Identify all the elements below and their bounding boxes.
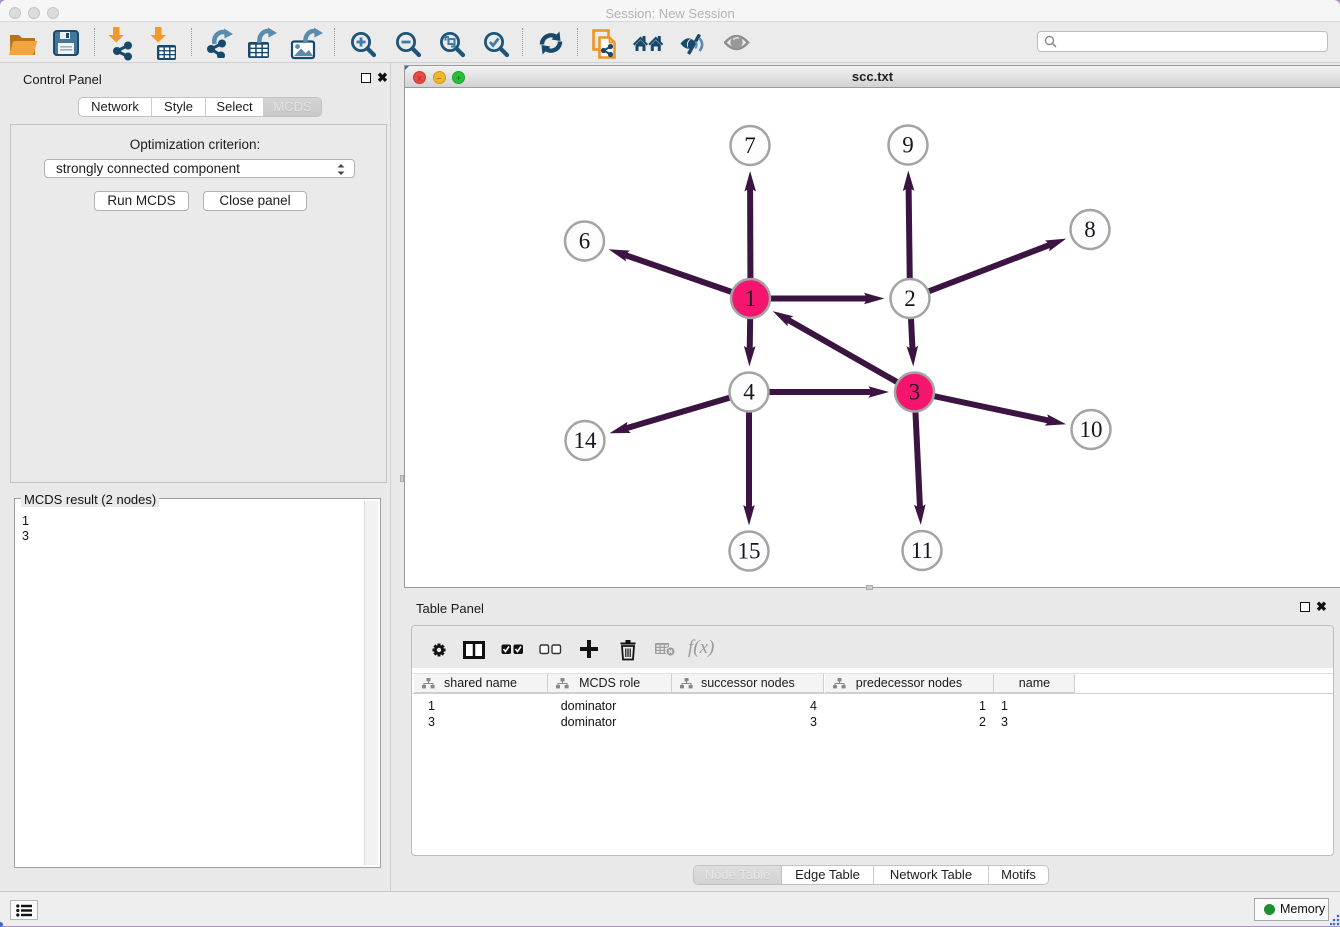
svg-text:1: 1 — [745, 286, 757, 311]
svg-text:11: 11 — [911, 538, 933, 563]
svg-text:7: 7 — [744, 133, 756, 158]
svg-text:9: 9 — [902, 133, 914, 158]
svg-text:2: 2 — [904, 286, 916, 311]
svg-text:14: 14 — [574, 428, 598, 453]
svg-text:3: 3 — [909, 380, 921, 405]
svg-text:4: 4 — [743, 380, 755, 405]
svg-text:10: 10 — [1080, 417, 1103, 442]
svg-text:15: 15 — [738, 539, 761, 564]
svg-text:6: 6 — [579, 229, 591, 254]
svg-text:8: 8 — [1084, 217, 1096, 242]
